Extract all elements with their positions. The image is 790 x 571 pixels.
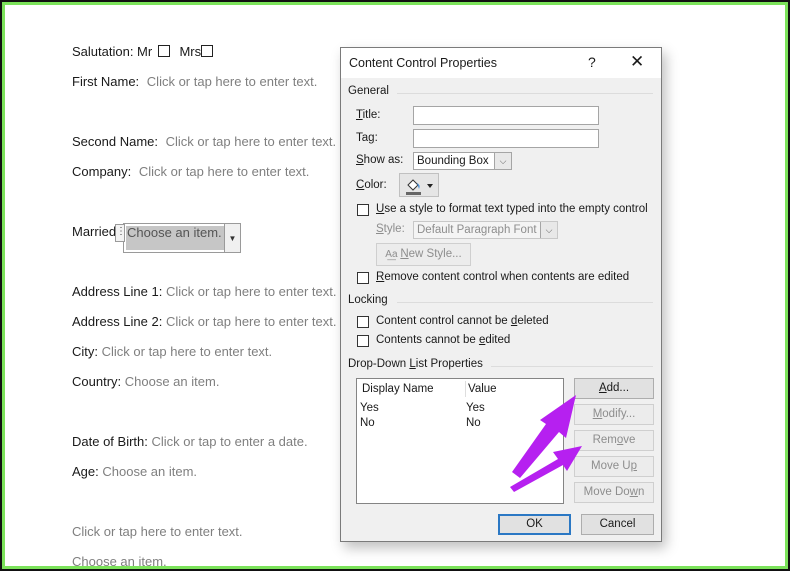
column-separator[interactable] [465, 381, 466, 397]
address1-line: Address Line 1: Click or tap here to ent… [72, 284, 337, 299]
column-header-display-name[interactable]: Display Name [362, 383, 434, 395]
close-icon[interactable]: ✕ [630, 52, 644, 72]
second-name-label: Second Name: [72, 134, 158, 149]
color-label: Color: [356, 179, 387, 191]
chevron-down-icon[interactable]: ▼ [224, 224, 240, 252]
remove-control-label: Remove content control when contents are… [376, 271, 630, 283]
married-label: Married: [72, 224, 120, 239]
list-item-value[interactable]: Yes [466, 402, 485, 414]
cannot-delete-label: Content control cannot be deleted [376, 315, 549, 327]
list-item-display[interactable]: No [360, 417, 375, 429]
country-dropdown[interactable]: Choose an item. [125, 374, 220, 389]
remove-button[interactable]: Remove [574, 430, 654, 451]
dropdown-heading: Drop-Down List Properties [348, 358, 483, 370]
cannot-edit-label: Contents cannot be edited [376, 334, 511, 346]
title-label: Title: [356, 109, 381, 121]
address1-field[interactable]: Click or tap here to enter text. [166, 284, 337, 299]
salutation-line: Salutation: Mr Mrs [72, 44, 215, 59]
list-item-value[interactable]: No [466, 417, 481, 429]
locking-heading: Locking [348, 294, 388, 306]
screenshot-frame: Salutation: Mr Mrs First Name: Click or … [0, 0, 790, 571]
column-header-value[interactable]: Value [468, 383, 497, 395]
second-name-line: Second Name: Click or tap here to enter … [72, 134, 336, 149]
color-picker-button[interactable] [399, 173, 439, 197]
ok-button[interactable]: OK [498, 514, 571, 535]
style-select[interactable]: Default Paragraph Font ⌵ [413, 221, 558, 239]
move-down-button[interactable]: Move Down [574, 482, 654, 503]
move-up-button[interactable]: Move Up [574, 456, 654, 477]
help-icon[interactable]: ? [588, 54, 596, 70]
mrs-label: Mrs [179, 44, 202, 59]
company-label: Company: [72, 164, 132, 179]
company-field[interactable]: Click or tap here to enter text. [139, 164, 310, 179]
dropdown-items-list[interactable]: Display Name Value Yes Yes No No [356, 378, 564, 504]
country-label: Country: [72, 374, 122, 389]
extra-choice-dropdown[interactable]: Choose an item. [72, 554, 167, 566]
age-dropdown[interactable]: Choose an item. [102, 464, 197, 479]
extra-text-field[interactable]: Click or tap here to enter text. [72, 524, 243, 539]
dob-date-picker[interactable]: Click or tap to enter a date. [152, 434, 308, 449]
age-label: Age: [72, 464, 99, 479]
city-field[interactable]: Click or tap here to enter text. [102, 344, 273, 359]
dob-line: Date of Birth: Click or tap to enter a d… [72, 434, 308, 449]
address2-field[interactable]: Click or tap here to enter text. [166, 314, 337, 329]
salutation-label: Salutation: Mr [72, 44, 153, 59]
first-name-field[interactable]: Click or tap here to enter text. [147, 74, 318, 89]
country-line: Country: Choose an item. [72, 374, 219, 389]
tag-input[interactable] [413, 129, 599, 148]
dropdown-divider [491, 366, 653, 367]
drag-handle-icon[interactable]: ⋮ [115, 224, 126, 242]
general-divider [397, 93, 653, 94]
city-label: City: [72, 344, 98, 359]
dialog-title: Content Control Properties [349, 56, 497, 70]
mr-checkbox[interactable] [157, 45, 170, 57]
modify-button[interactable]: Modify... [574, 404, 654, 425]
show-as-label: Show as: [356, 154, 404, 166]
cancel-button[interactable]: Cancel [581, 514, 654, 535]
content-control-properties-dialog: Content Control Properties ? ✕ General T… [340, 47, 662, 542]
tag-label: Tag: [356, 132, 378, 144]
married-line: Married: [72, 224, 120, 239]
cannot-edit-checkbox[interactable] [357, 335, 369, 347]
style-label: Style: [376, 223, 405, 235]
address2-line: Address Line 2: Click or tap here to ent… [72, 314, 337, 329]
first-name-label: First Name: [72, 74, 140, 89]
dob-label: Date of Birth: [72, 434, 148, 449]
general-heading: General [348, 85, 389, 97]
paint-bucket-icon [406, 179, 433, 195]
married-selected-value[interactable]: Choose an item. [126, 226, 225, 250]
use-style-label: Use a style to format text typed into th… [376, 203, 648, 215]
use-style-checkbox[interactable] [357, 204, 369, 216]
city-line: City: Click or tap here to enter text. [72, 344, 272, 359]
remove-control-checkbox[interactable] [357, 272, 369, 284]
show-as-select[interactable]: Bounding Box ⌵ [413, 152, 512, 170]
add-button[interactable]: Add... [574, 378, 654, 399]
locking-divider [397, 302, 653, 303]
married-dropdown[interactable]: ⋮ Choose an item. ▼ [115, 223, 241, 253]
address1-label: Address Line 1: [72, 284, 163, 299]
list-item-display[interactable]: Yes [360, 402, 379, 414]
chevron-down-icon: ⌵ [494, 153, 511, 169]
age-line: Age: Choose an item. [72, 464, 197, 479]
second-name-field[interactable]: Click or tap here to enter text. [166, 134, 337, 149]
first-name-line: First Name: Click or tap here to enter t… [72, 74, 317, 89]
new-style-button[interactable]: A͟a New Style... [376, 243, 471, 266]
dialog-titlebar: Content Control Properties ? ✕ [341, 48, 661, 78]
cannot-delete-checkbox[interactable] [357, 316, 369, 328]
company-line: Company: Click or tap here to enter text… [72, 164, 309, 179]
mrs-checkbox[interactable] [201, 45, 214, 57]
style-value: Default Paragraph Font [417, 224, 537, 236]
chevron-down-icon: ⌵ [540, 222, 557, 238]
style-icon: A͟a [385, 249, 401, 260]
address2-label: Address Line 2: [72, 314, 163, 329]
title-input[interactable] [413, 106, 599, 125]
show-as-value: Bounding Box [417, 155, 489, 167]
